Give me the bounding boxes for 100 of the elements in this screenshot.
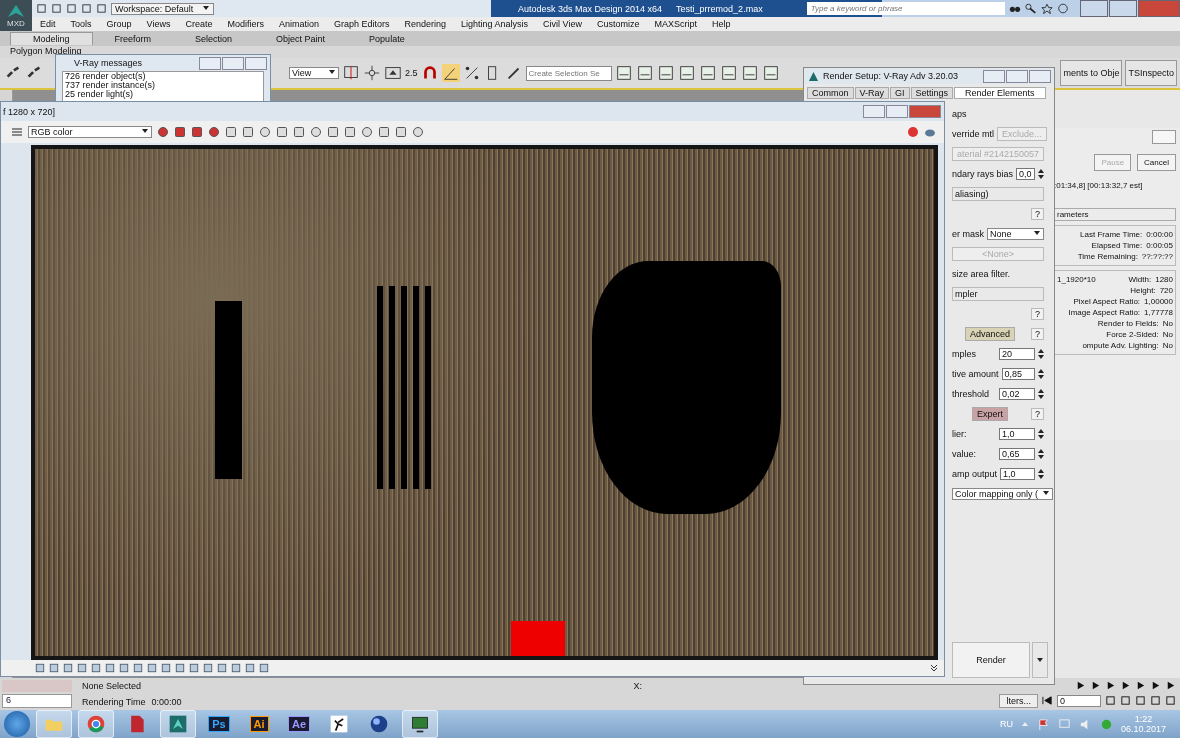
frame-buffer-tool-icon[interactable] (412, 126, 424, 138)
search-field[interactable]: Type a keyword or phrase (806, 2, 1005, 15)
frame-buffer-tool-icon[interactable] (174, 126, 186, 138)
menu-item[interactable]: Help (711, 19, 731, 29)
ribbon-tab[interactable]: Populate (347, 32, 427, 45)
tab[interactable]: V-Ray (854, 87, 890, 99)
spinner-arrows-icon[interactable] (1038, 469, 1044, 479)
cancel-button[interactable]: Cancel (1137, 154, 1176, 171)
ribbon-tab[interactable]: Object Paint (254, 32, 348, 45)
frame-buffer-tool-icon[interactable] (242, 126, 254, 138)
spinner-arrows-icon[interactable] (1038, 369, 1044, 379)
start-button[interactable] (4, 711, 30, 737)
flag-icon[interactable] (1036, 717, 1050, 731)
frame-buffer-tool-icon[interactable] (327, 126, 339, 138)
mode-button[interactable]: Advanced (964, 327, 1015, 341)
menu-item[interactable]: MAXScript (654, 19, 697, 29)
double-chevron-icon[interactable] (930, 664, 938, 672)
minimize-button[interactable] (863, 105, 885, 118)
spinner-field[interactable]: 20 (999, 348, 1035, 360)
star-icon[interactable] (1040, 3, 1053, 14)
selection-set-field[interactable]: Create Selection Se (525, 65, 612, 81)
frame-buffer-tool-icon[interactable] (259, 126, 271, 138)
menu-item[interactable]: Group (106, 19, 132, 29)
minimize-button[interactable] (983, 69, 1005, 83)
close-button[interactable] (1152, 130, 1176, 144)
spinner-field[interactable]: 0,0 (1016, 168, 1035, 180)
spinner-field[interactable]: 0,85 (1001, 368, 1035, 380)
spinner-field[interactable]: 0,65 (999, 448, 1035, 460)
menu-item[interactable]: Graph Editors (333, 19, 390, 29)
tab[interactable]: Common (807, 87, 854, 99)
ribbon-tab[interactable]: Selection (173, 32, 255, 45)
menu-item[interactable]: Lighting Analysis (461, 19, 529, 29)
current-frame-field[interactable]: 0 (1057, 694, 1101, 707)
spinner-field[interactable]: 0,02 (999, 388, 1035, 400)
taskbar-app-button[interactable]: Ae (282, 711, 316, 737)
menu-item[interactable]: Civil View (543, 19, 582, 29)
maximize-button[interactable] (1109, 0, 1137, 17)
mode-button[interactable]: Expert (972, 407, 1008, 421)
spinner-field[interactable]: 1,0 (999, 428, 1035, 440)
frame-buffer-tool-icon[interactable] (293, 126, 305, 138)
dropdown[interactable]: Color mapping only ( (952, 488, 1054, 500)
frame-buffer-tool-icon[interactable] (344, 126, 356, 138)
menu-item[interactable]: Customize (596, 19, 640, 29)
move-icon[interactable] (363, 64, 381, 82)
ribbon-tab[interactable]: Freeform (92, 32, 174, 45)
frame-buffer-tool-icon[interactable] (361, 126, 373, 138)
first-frame-icon[interactable] (1042, 695, 1053, 706)
spinner-field[interactable]: 1,0 (1000, 468, 1035, 480)
menu-item[interactable]: Modifiers (227, 19, 264, 29)
maximize-button[interactable] (886, 105, 908, 118)
ribbon-tab[interactable]: Modeling (10, 32, 93, 45)
menu-item[interactable]: Animation (278, 19, 319, 29)
menu-item[interactable]: Rendering (404, 19, 447, 29)
maximize-button[interactable] (222, 56, 244, 70)
frame-buffer-tool-icon[interactable] (310, 126, 322, 138)
angle-snap-icon[interactable] (441, 64, 460, 82)
tab[interactable]: Settings (910, 87, 954, 99)
frame-buffer-tool-icon[interactable] (395, 126, 407, 138)
spinner-arrows-icon[interactable] (1038, 349, 1044, 359)
help-button[interactable]: ? (1031, 308, 1044, 320)
rollout-header[interactable]: aliasing) (952, 187, 1044, 201)
render-options-button[interactable] (1032, 642, 1048, 678)
spinner-arrows-icon[interactable] (1038, 429, 1044, 439)
menu-item[interactable]: Edit (40, 19, 56, 29)
rollout-header[interactable]: rameters (1054, 208, 1176, 221)
help-button[interactable]: ? (1031, 208, 1044, 220)
tab[interactable]: Render Elements (954, 87, 1046, 99)
taskbar-app-button[interactable]: Ai (242, 711, 276, 737)
play-icon[interactable] (1075, 680, 1086, 691)
workspace-dropdown[interactable]: Workspace: Default (111, 2, 214, 15)
maximize-button[interactable] (1006, 69, 1028, 83)
application-button[interactable]: MXD (0, 0, 32, 31)
spinner-arrows-icon[interactable] (1038, 389, 1044, 399)
taskbar-app-button[interactable] (402, 710, 438, 738)
upload-icon[interactable] (384, 64, 402, 82)
frame-buffer-tool-icon[interactable] (378, 126, 390, 138)
key-icon[interactable] (1024, 3, 1037, 14)
minimize-button[interactable] (1080, 0, 1108, 17)
stop-icon[interactable] (907, 126, 919, 138)
menu-item[interactable]: Views (146, 19, 171, 29)
frame-buffer-tool-icon[interactable] (276, 126, 288, 138)
frame-buffer-tool-icon[interactable] (225, 126, 237, 138)
toolbar-button[interactable]: TSInspecto (1125, 60, 1177, 86)
render-button[interactable]: Render (952, 642, 1030, 678)
help-button[interactable]: ? (1030, 328, 1044, 340)
minimize-button[interactable] (199, 56, 221, 70)
taskbar-app-button[interactable]: Ps (202, 711, 236, 737)
close-button[interactable] (245, 56, 267, 70)
frame-buffer-tool-icon[interactable] (208, 126, 220, 138)
menu-icon[interactable] (11, 126, 23, 138)
ribbon-panel-tab[interactable]: Polygon Modeling (0, 46, 92, 56)
close-button[interactable] (1029, 69, 1051, 83)
dropdown[interactable]: None (987, 228, 1044, 240)
view-dropdown[interactable]: View (289, 67, 339, 79)
spinner-arrows-icon[interactable] (1038, 449, 1044, 459)
toolbar-button[interactable]: ments to Obje (1060, 60, 1123, 86)
filters-button[interactable]: lters... (999, 693, 1038, 708)
tab[interactable]: GI (890, 87, 910, 99)
spinner-arrows-icon[interactable] (1038, 169, 1044, 179)
rollout-header[interactable]: mpler (952, 287, 1044, 301)
